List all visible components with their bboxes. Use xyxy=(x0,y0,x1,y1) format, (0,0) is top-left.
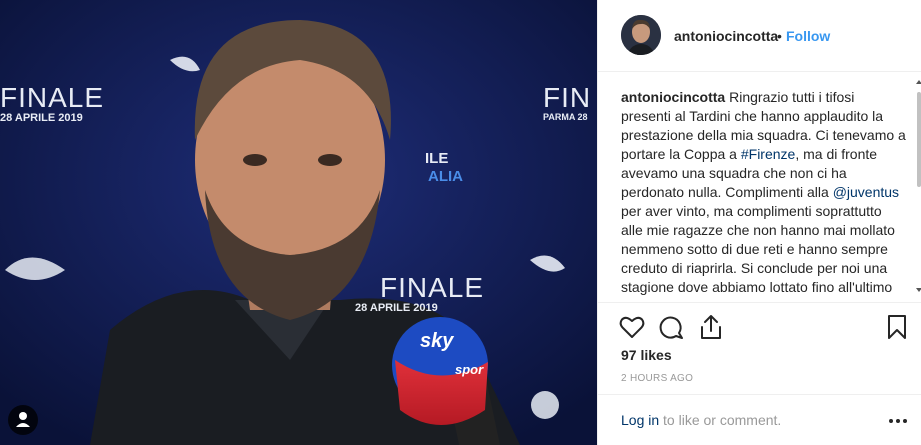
backdrop-text-right: FIN xyxy=(543,82,592,113)
photo-scene xyxy=(0,0,597,445)
post-timestamp[interactable]: 2 HOURS AGO xyxy=(621,373,693,384)
post-sidebar: antoniocincotta • Follow antoniocincotta… xyxy=(597,0,921,445)
caption-text: per aver vinto, ma complimenti soprattut… xyxy=(621,203,895,300)
more-options-button[interactable] xyxy=(887,412,909,430)
backdrop-date-left: 28 APRILE 2019 xyxy=(0,112,83,124)
heart-icon xyxy=(619,316,645,338)
caption-username[interactable]: antoniocincotta xyxy=(621,89,725,105)
mic-sub-label: spor xyxy=(455,362,484,377)
scroll-up-icon[interactable] xyxy=(916,80,921,84)
share-button[interactable] xyxy=(696,312,726,342)
bookmark-icon xyxy=(888,315,906,339)
login-link[interactable]: Log in xyxy=(621,412,659,428)
mention-link[interactable]: @juventus xyxy=(833,184,899,200)
divider xyxy=(598,394,921,395)
action-bar xyxy=(598,310,921,344)
comment-button[interactable] xyxy=(656,312,686,342)
scroll-thumb[interactable] xyxy=(917,92,921,187)
user-icon xyxy=(16,412,30,427)
save-button[interactable] xyxy=(882,312,912,342)
post-photo[interactable]: FINALE 28 APRILE 2019 FIN PARMA 28 FINAL… xyxy=(0,0,597,445)
post-header: antoniocincotta • Follow xyxy=(598,0,921,72)
follow-button[interactable]: Follow xyxy=(786,28,830,44)
like-button[interactable] xyxy=(617,312,647,342)
tagged-user-badge[interactable] xyxy=(8,405,38,435)
comment-icon xyxy=(659,316,683,339)
caption-scrollbar[interactable] xyxy=(916,74,921,298)
login-prompt-text: to like or comment. xyxy=(659,412,782,428)
backdrop-date-center: 28 APRILE 2019 xyxy=(355,302,438,314)
mic-brand-label: sky xyxy=(420,330,454,352)
separator-dot: • xyxy=(777,28,782,44)
username-link[interactable]: antoniocincotta xyxy=(674,28,778,44)
scroll-down-icon[interactable] xyxy=(916,288,921,292)
backdrop-date-right: PARMA 28 xyxy=(543,112,588,122)
hashtag-link[interactable]: #Firenze xyxy=(741,146,795,162)
backdrop-text-alia: ALIA xyxy=(428,168,463,185)
login-prompt: Log in to like or comment. xyxy=(621,412,781,428)
likes-count[interactable]: 97 likes xyxy=(621,347,672,363)
divider xyxy=(598,302,921,303)
share-icon xyxy=(701,315,721,339)
more-icon xyxy=(889,419,907,423)
backdrop-title: FINALE xyxy=(0,82,105,113)
avatar[interactable] xyxy=(621,15,661,55)
backdrop-text-ile: ILE xyxy=(425,150,449,167)
backdrop-text-left: FINALE xyxy=(0,82,104,114)
avatar-image xyxy=(621,15,661,55)
post-caption: antoniocincotta Ringrazio tutti i tifosi… xyxy=(621,88,907,300)
backdrop-text-center: FINALE xyxy=(380,272,485,303)
